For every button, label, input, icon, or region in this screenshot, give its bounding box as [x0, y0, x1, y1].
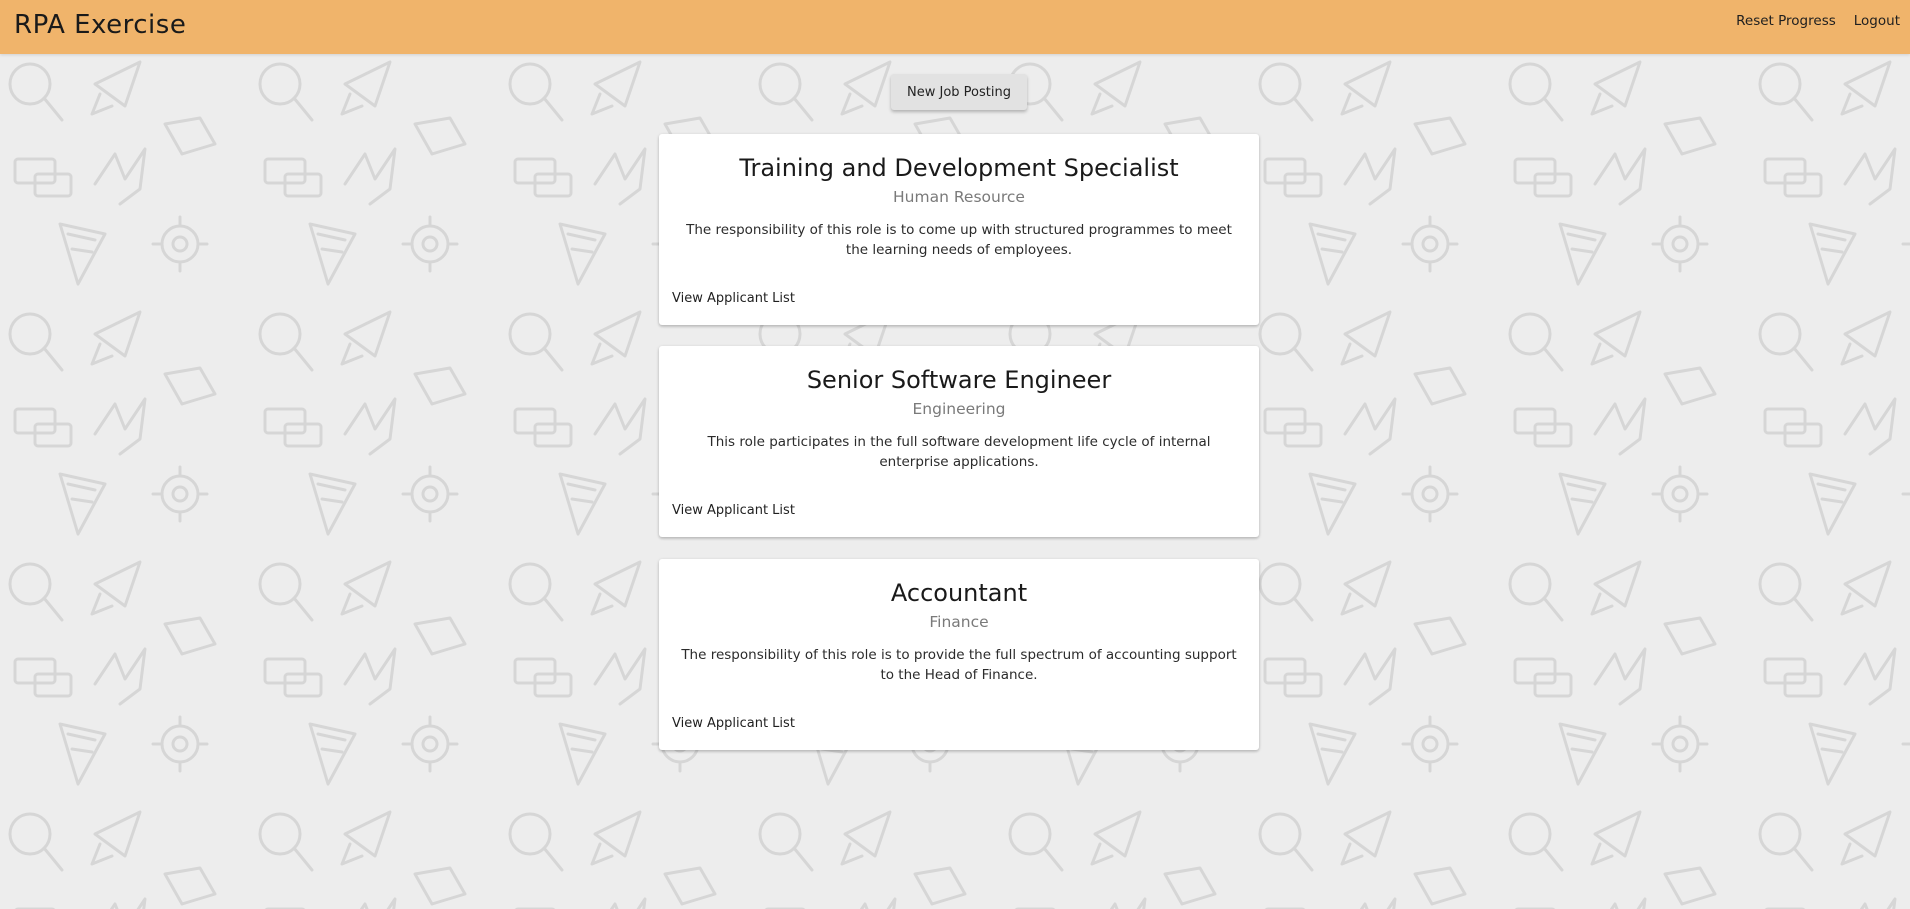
job-title: Senior Software Engineer — [806, 366, 1112, 394]
job-title: Accountant — [890, 579, 1028, 607]
app-title: RPA Exercise — [14, 10, 187, 40]
job-title: Training and Development Specialist — [739, 154, 1179, 182]
job-description: This role participates in the full softw… — [707, 434, 1211, 470]
job-card: Accountant Finance The responsibility of… — [659, 559, 1259, 750]
job-description: The responsibility of this role is to co… — [686, 222, 1232, 258]
view-applicant-list-link[interactable]: View Applicant List — [672, 503, 795, 518]
view-applicant-list-link[interactable]: View Applicant List — [672, 716, 795, 731]
logout-link[interactable]: Logout — [1854, 13, 1900, 29]
new-job-posting-button[interactable]: New Job Posting — [891, 74, 1027, 110]
job-department: Finance — [929, 613, 989, 631]
job-department: Human Resource — [893, 188, 1025, 206]
view-applicant-list-link[interactable]: View Applicant List — [672, 291, 795, 306]
job-card: Training and Development Specialist Huma… — [659, 134, 1259, 325]
job-description: The responsibility of this role is to pr… — [681, 647, 1237, 683]
top-nav: Reset Progress Logout — [1736, 13, 1900, 29]
job-department: Engineering — [912, 400, 1006, 418]
job-card: Senior Software Engineer Engineering Thi… — [659, 346, 1259, 537]
top-app-bar: RPA Exercise Reset Progress Logout — [0, 0, 1910, 54]
reset-progress-link[interactable]: Reset Progress — [1736, 13, 1836, 29]
